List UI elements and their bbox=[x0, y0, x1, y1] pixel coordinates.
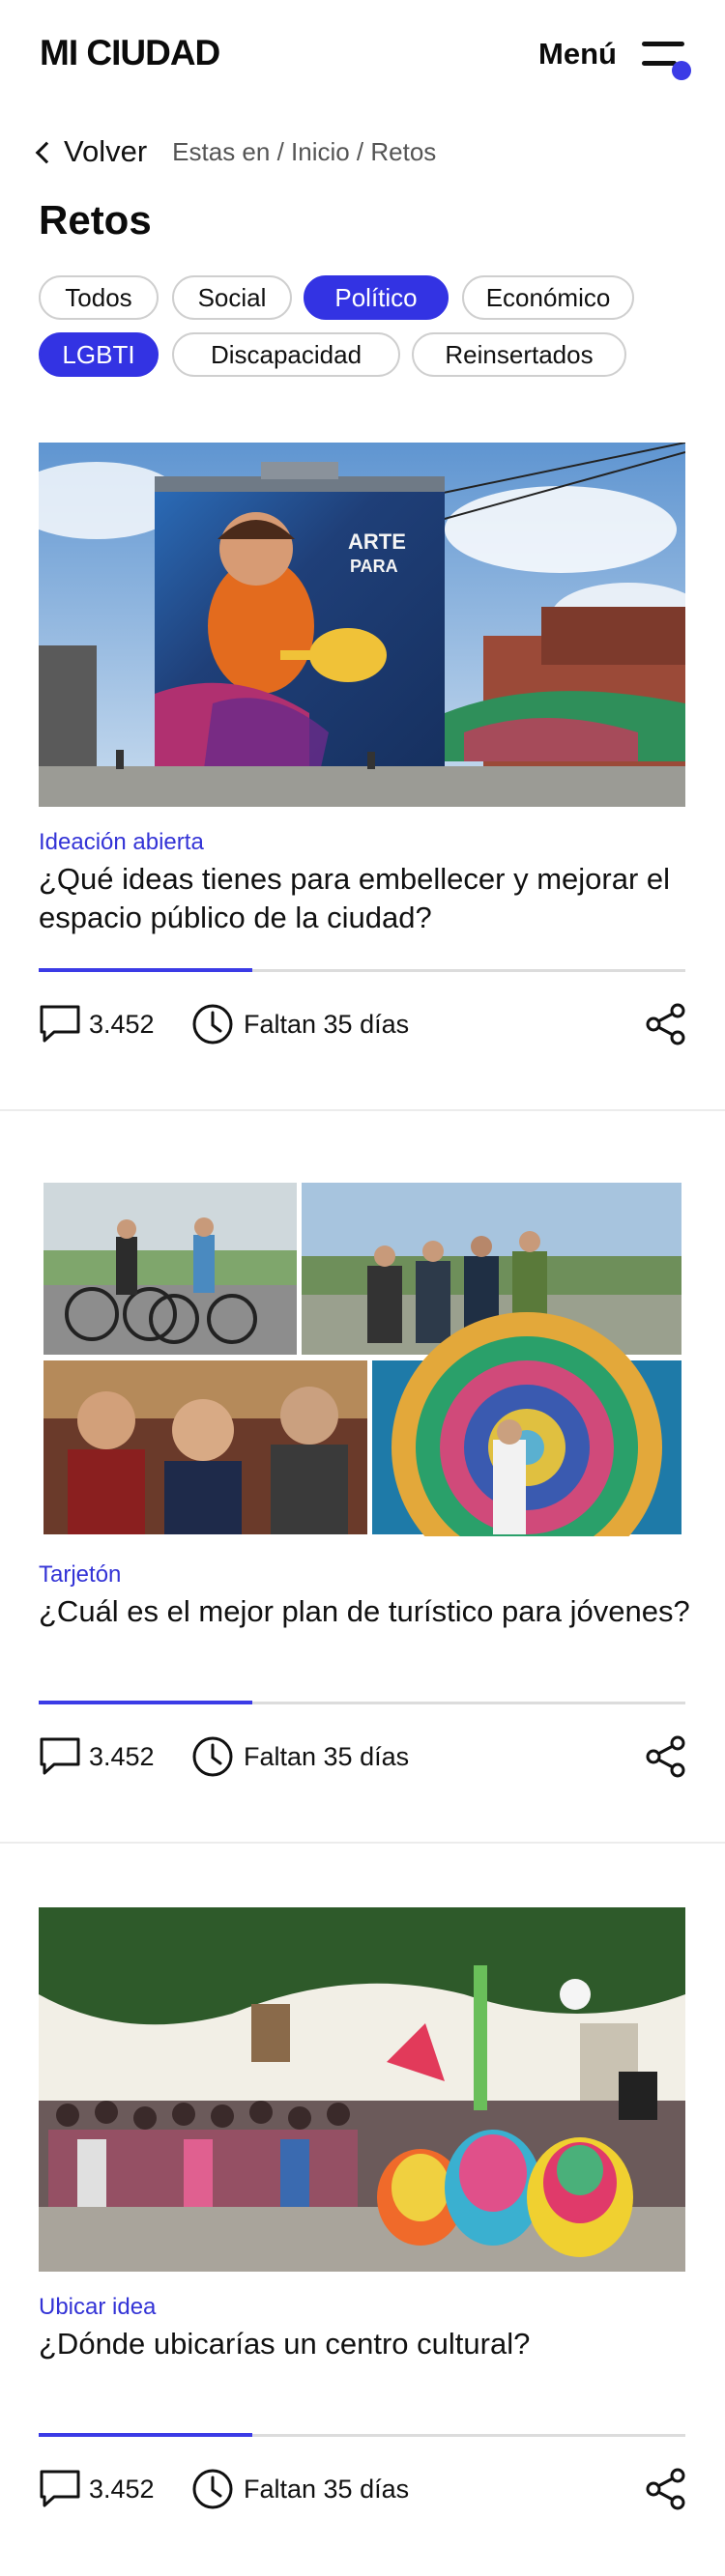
filter-chip-todos[interactable]: Todos bbox=[39, 275, 159, 320]
speech-bubble-icon bbox=[40, 2470, 80, 2507]
card-title[interactable]: ¿Cuál es el mejor plan de turístico para… bbox=[39, 1592, 696, 1631]
notification-dot bbox=[672, 61, 691, 80]
street-performers-photo bbox=[39, 1907, 685, 2272]
card-tag: Ubicar idea bbox=[39, 2294, 157, 2320]
comments-count[interactable]: 3.452 bbox=[39, 2466, 155, 2512]
challenge-card[interactable]: ARTE PARA Ideación abierta ¿Qué ideas ti… bbox=[0, 443, 725, 1109]
clock-icon bbox=[192, 1004, 233, 1045]
share-icon[interactable] bbox=[645, 1735, 687, 1778]
card-title[interactable]: ¿Dónde ubicarías un centro cultural? bbox=[39, 2325, 696, 2363]
comments-count[interactable]: 3.452 bbox=[39, 1001, 155, 1047]
card-image[interactable] bbox=[39, 1179, 685, 1536]
card-meta: 3.452 Faltan 35 días bbox=[39, 2466, 696, 2512]
speech-bubble-icon bbox=[40, 1005, 80, 1043]
street-mural-photo: ARTE PARA bbox=[39, 443, 685, 807]
card-progress-bar bbox=[39, 1701, 685, 1704]
card-title[interactable]: ¿Qué ideas tienes para embellecer y mejo… bbox=[39, 860, 696, 937]
filter-chip-economico[interactable]: Económico bbox=[462, 275, 634, 320]
card-meta: 3.452 Faltan 35 días bbox=[39, 1001, 696, 1047]
challenge-card[interactable]: Tarjetón ¿Cuál es el mejor plan de turís… bbox=[0, 1175, 725, 1842]
card-progress-fill bbox=[39, 1701, 252, 1704]
comments-value: 3.452 bbox=[89, 1009, 155, 1039]
page-title: Retos bbox=[39, 197, 152, 243]
time-left-value: Faltan 35 días bbox=[244, 1009, 410, 1039]
comments-value: 3.452 bbox=[89, 1741, 155, 1771]
time-left: Faltan 35 días bbox=[191, 1733, 409, 1780]
filter-chip-politico[interactable]: Político bbox=[304, 275, 449, 320]
menu-label[interactable]: Menú bbox=[538, 37, 617, 72]
card-meta: 3.452 Faltan 35 días bbox=[39, 1733, 696, 1780]
app-header: MI CIUDAD Menú bbox=[0, 0, 725, 111]
section-divider bbox=[0, 1842, 725, 1844]
back-button[interactable]: Volver bbox=[35, 134, 148, 169]
breadcrumb: Volver Estas en / Inicio / Retos bbox=[35, 132, 437, 171]
chevron-left-icon bbox=[35, 141, 58, 164]
card-image[interactable] bbox=[39, 1907, 685, 2272]
filter-chip-social[interactable]: Social bbox=[172, 275, 292, 320]
svg-text:PARA: PARA bbox=[350, 557, 398, 576]
card-image[interactable]: ARTE PARA bbox=[39, 443, 685, 807]
back-label: Volver bbox=[64, 134, 148, 168]
clock-icon bbox=[192, 1736, 233, 1777]
filter-chip-lgbti[interactable]: LGBTI bbox=[39, 332, 159, 377]
card-tag: Tarjetón bbox=[39, 1561, 122, 1588]
time-left: Faltan 35 días bbox=[191, 2466, 409, 2512]
breadcrumb-trail: Estas en / Inicio / Retos bbox=[172, 136, 437, 166]
share-icon[interactable] bbox=[645, 2468, 687, 2510]
comments-value: 3.452 bbox=[89, 2474, 155, 2504]
speech-bubble-icon bbox=[40, 1737, 80, 1775]
site-logo[interactable]: MI CIUDAD bbox=[40, 33, 220, 73]
comments-count[interactable]: 3.452 bbox=[39, 1733, 155, 1780]
section-divider bbox=[0, 1109, 725, 1111]
card-progress-bar bbox=[39, 968, 685, 972]
time-left-value: Faltan 35 días bbox=[244, 2474, 410, 2504]
time-left-value: Faltan 35 días bbox=[244, 1741, 410, 1771]
card-progress-fill bbox=[39, 2433, 252, 2437]
share-icon[interactable] bbox=[645, 1003, 687, 1045]
time-left: Faltan 35 días bbox=[191, 1001, 409, 1047]
card-tag: Ideación abierta bbox=[39, 829, 204, 855]
clock-icon bbox=[192, 2469, 233, 2509]
photo-collage bbox=[39, 1179, 685, 1536]
hamburger-menu-icon[interactable] bbox=[638, 39, 696, 81]
filter-chip-discapacidad[interactable]: Discapacidad bbox=[172, 332, 400, 377]
challenge-card[interactable]: Ubicar idea ¿Dónde ubicarías un centro c… bbox=[0, 1907, 725, 2576]
filter-chip-reinsertados[interactable]: Reinsertados bbox=[412, 332, 626, 377]
svg-text:ARTE: ARTE bbox=[348, 530, 406, 554]
card-progress-bar bbox=[39, 2433, 685, 2437]
card-progress-fill bbox=[39, 968, 252, 972]
